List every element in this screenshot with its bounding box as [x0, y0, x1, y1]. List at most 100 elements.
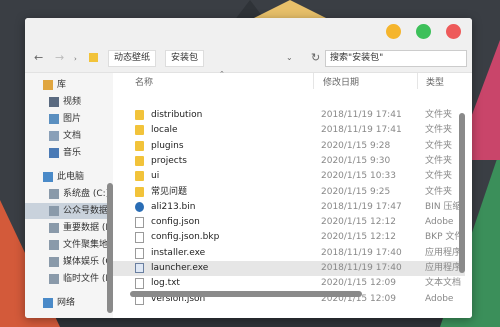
file-name: installer.exe — [151, 247, 206, 258]
file-row[interactable]: config.json.bkp 2020/1/15 12:12 BKP 文件 — [113, 230, 465, 245]
file-icon — [135, 278, 144, 290]
sidebar-item-network[interactable]: 网络 — [25, 295, 113, 311]
drive-icon — [49, 223, 59, 233]
file-date: 2018/11/19 17:40 — [321, 263, 402, 273]
file-row[interactable]: ali213.bin 2018/11/19 17:47 BIN 压缩 — [113, 200, 465, 215]
file-date: 2020/1/15 12:12 — [321, 217, 396, 228]
file-date: 2018/11/19 17:40 — [321, 247, 402, 258]
breadcrumb-item[interactable]: 安装包 — [165, 50, 205, 67]
drive-icon — [49, 240, 59, 250]
file-icon — [135, 232, 144, 244]
music-icon — [49, 148, 59, 158]
sidebar-item-drive-d[interactable]: 公众号数据 — [25, 203, 113, 219]
file-name: config.json.bkp — [151, 232, 220, 243]
file-date: 2020/1/15 9:30 — [321, 155, 391, 166]
file-date: 2020/1/15 12:12 — [321, 232, 396, 243]
sidebar-item-documents[interactable]: 文档 — [25, 128, 113, 144]
file-icon — [135, 247, 144, 259]
image-icon — [49, 114, 59, 124]
file-row[interactable]: launcher.exe 2018/11/19 17:40 应用程序 — [113, 261, 465, 276]
folder-icon — [89, 53, 98, 62]
file-date: 2020/1/15 9:28 — [321, 140, 391, 151]
column-divider[interactable] — [417, 73, 418, 89]
chevron-right-icon[interactable]: › — [74, 55, 77, 63]
file-explorer-window: ← → › 动态壁纸 安装包 ⌄ ↻ 搜索"安装包" 库 视频 图片 文档 音乐 — [25, 18, 472, 318]
breadcrumb-item[interactable]: 动态壁纸 — [108, 50, 157, 67]
computer-icon — [43, 172, 53, 182]
folder-icon — [135, 186, 144, 197]
sidebar-item-drive-h[interactable]: 临时文件 (H — [25, 271, 113, 287]
drive-icon — [49, 274, 59, 284]
horizontal-scrollbar[interactable] — [130, 291, 362, 297]
file-date: 2020/1/15 10:33 — [321, 171, 396, 182]
file-name: config.json — [151, 217, 200, 228]
archive-icon — [135, 201, 144, 212]
file-row[interactable]: log.txt 2020/1/15 12:09 文本文档 — [113, 276, 465, 291]
network-icon — [43, 298, 53, 308]
file-row[interactable]: projects 2020/1/15 9:30 文件夹 — [113, 154, 465, 169]
minimize-button[interactable] — [386, 24, 401, 39]
file-name: launcher.exe — [151, 263, 209, 273]
maximize-button[interactable] — [416, 24, 431, 39]
file-name: log.txt — [151, 278, 180, 289]
file-list: 名称 ⌃ 修改日期 类型 distribution 2018/11/19 17:4… — [113, 70, 472, 318]
file-date: 2018/11/19 17:47 — [321, 201, 402, 212]
sidebar-item-drive-e[interactable]: 重要数据 (E — [25, 220, 113, 236]
file-name: ali213.bin — [151, 201, 196, 212]
close-button[interactable] — [446, 24, 461, 39]
file-date: 2018/11/19 17:41 — [321, 110, 402, 120]
refresh-icon[interactable]: ↻ — [311, 51, 320, 64]
folder-icon — [135, 140, 144, 151]
drive-icon — [49, 189, 59, 199]
column-header-date[interactable]: 修改日期 — [323, 75, 359, 88]
drive-icon — [49, 206, 59, 216]
application-icon — [135, 263, 144, 273]
sort-up-icon: ⌃ — [219, 70, 225, 78]
file-row[interactable]: plugins 2020/1/15 9:28 文件夹 — [113, 139, 465, 154]
file-type: Adobe — [425, 293, 454, 304]
forward-arrow-icon[interactable]: → — [55, 51, 64, 64]
sidebar-item-drive-f[interactable]: 文件聚集地 — [25, 237, 113, 253]
back-arrow-icon[interactable]: ← — [34, 51, 43, 64]
file-name: distribution — [151, 110, 203, 120]
toolbar: ← → › 动态壁纸 安装包 ⌄ ↻ 搜索"安装包" — [25, 46, 472, 73]
folder-icon — [135, 171, 144, 182]
sidebar-item-video[interactable]: 视频 — [25, 94, 113, 110]
file-row[interactable]: installer.exe 2018/11/19 17:40 应用程序 — [113, 246, 465, 261]
sidebar-item-music[interactable]: 音乐 — [25, 145, 113, 161]
column-header-name[interactable]: 名称 — [135, 75, 153, 88]
drive-icon — [49, 257, 59, 267]
file-date: 2020/1/15 9:25 — [321, 186, 391, 197]
file-date: 2018/11/19 17:41 — [321, 125, 402, 136]
column-header-type[interactable]: 类型 — [426, 75, 444, 88]
dropdown-chevron-icon[interactable]: ⌄ — [286, 53, 293, 62]
titlebar — [25, 18, 472, 46]
vertical-scrollbar[interactable] — [459, 113, 465, 273]
file-icon — [135, 217, 144, 229]
video-icon — [49, 97, 59, 107]
file-row[interactable]: distribution 2018/11/19 17:41 文件夹 — [113, 108, 465, 123]
sidebar-item-library[interactable]: 库 — [25, 77, 113, 93]
sidebar-item-images[interactable]: 图片 — [25, 111, 113, 127]
file-name: locale — [151, 125, 178, 136]
file-row[interactable]: locale 2018/11/19 17:41 文件夹 — [113, 123, 465, 138]
sidebar-item-drive-c[interactable]: 系统盘 (C:) — [25, 186, 113, 202]
file-row[interactable]: config.json 2020/1/15 12:12 Adobe — [113, 215, 465, 230]
folder-icon — [135, 125, 144, 136]
sidebar: 库 视频 图片 文档 音乐 此电脑 系统盘 (C:) 公众号数据 重要数据 (E… — [25, 73, 113, 318]
file-row[interactable]: 常见问题 2020/1/15 9:25 文件夹 — [113, 185, 465, 200]
sidebar-item-drive-g[interactable]: 媒体娱乐 (G — [25, 254, 113, 270]
document-icon — [49, 131, 59, 141]
search-input[interactable]: 搜索"安装包" — [325, 50, 467, 67]
file-name: plugins — [151, 140, 184, 151]
column-divider[interactable] — [313, 73, 314, 89]
file-row[interactable]: ui 2020/1/15 10:33 文件夹 — [113, 169, 465, 184]
file-type: 文本文档 — [425, 278, 462, 289]
sidebar-item-this-pc[interactable]: 此电脑 — [25, 169, 113, 185]
folder-icon — [135, 110, 144, 120]
file-date: 2020/1/15 12:09 — [321, 278, 396, 289]
file-name: 常见问题 — [151, 186, 188, 197]
file-name: projects — [151, 155, 187, 166]
library-icon — [43, 80, 53, 90]
file-name: ui — [151, 171, 160, 182]
